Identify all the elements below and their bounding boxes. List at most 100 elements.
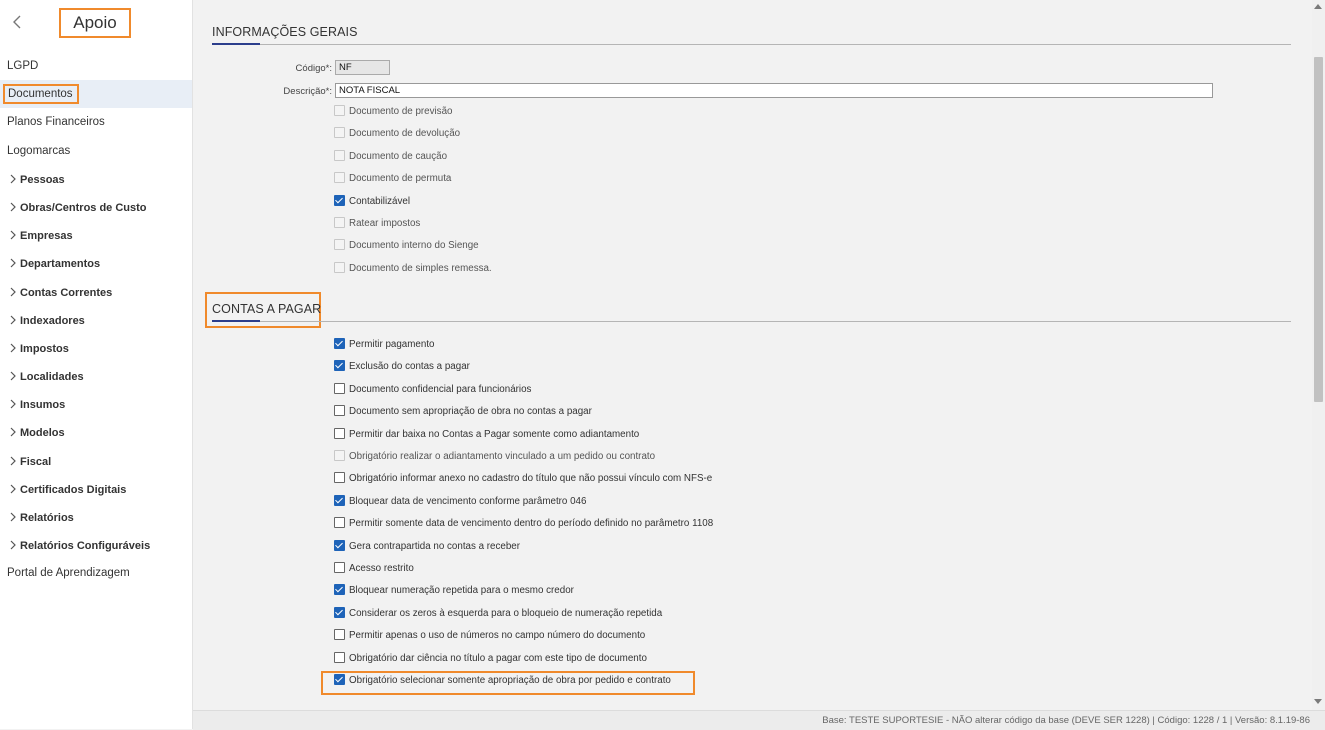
checkbox[interactable] bbox=[334, 427, 345, 439]
sidebar-item-label: Pessoas bbox=[20, 173, 65, 186]
checkbox-option[interactable]: Acesso restrito bbox=[334, 561, 414, 576]
chevron-right-icon bbox=[7, 306, 20, 334]
checkbox-option[interactable]: Documento de previsão bbox=[334, 104, 452, 119]
sidebar-item-label: Contas Correntes bbox=[20, 286, 113, 299]
sidebar-item[interactable]: Fiscal bbox=[0, 447, 192, 475]
checkbox bbox=[334, 261, 345, 273]
scroll-up-arrow-icon[interactable] bbox=[1314, 4, 1322, 9]
checkbox bbox=[334, 104, 345, 116]
checkbox[interactable] bbox=[334, 539, 345, 551]
checkbox[interactable] bbox=[334, 606, 345, 618]
checkbox bbox=[334, 449, 345, 461]
sidebar-item[interactable]: Relatórios Configuráveis bbox=[0, 531, 192, 559]
sidebar-item-label: LGPD bbox=[7, 60, 39, 72]
checkbox[interactable] bbox=[334, 494, 345, 506]
checkbox[interactable] bbox=[334, 360, 345, 372]
checkbox-option[interactable]: Permitir dar baixa no Contas a Pagar som… bbox=[334, 427, 639, 442]
sidebar-item[interactable]: Planos Financeiros bbox=[0, 108, 192, 136]
checkbox-option[interactable]: Documento de permuta bbox=[334, 172, 451, 186]
sidebar-item-label: Indexadores bbox=[20, 314, 85, 327]
checkbox-label: Documento de caução bbox=[349, 150, 448, 162]
checkbox-label: Gera contrapartida no contas a receber bbox=[349, 540, 521, 552]
sidebar-item-label: Localidades bbox=[20, 371, 84, 384]
sidebar-item[interactable]: Contas Correntes bbox=[0, 278, 192, 306]
sidebar-item[interactable]: Certificados Digitais bbox=[0, 475, 192, 503]
main-content: INFORMAÇÕES GERAIS Código*: NF Descrição… bbox=[193, 0, 1312, 710]
sidebar-item[interactable]: Departamentos bbox=[0, 249, 192, 277]
scroll-down-arrow-icon[interactable] bbox=[1314, 699, 1322, 704]
checkbox-option[interactable]: Permitir apenas o uso de números no camp… bbox=[334, 629, 645, 643]
back-chevron-icon[interactable] bbox=[12, 14, 28, 32]
checkbox-option[interactable]: Permitir pagamento bbox=[334, 337, 435, 352]
sidebar-item-label: Portal de Aprendizagem bbox=[7, 567, 130, 580]
sidebar: Apoio LGPD Documentos Planos Financeiros Lo… bbox=[0, 0, 193, 729]
sidebar-item[interactable]: Obras/Centros de Custo bbox=[0, 193, 192, 221]
scroll-thumb[interactable] bbox=[1314, 57, 1323, 402]
checkbox-option[interactable]: Documento interno do Sienge bbox=[334, 239, 479, 253]
sidebar-item-label: Logomarcas bbox=[7, 144, 71, 157]
checkbox[interactable] bbox=[334, 382, 345, 394]
checkbox-option[interactable]: Obrigatório informar anexo no cadastro d… bbox=[334, 472, 712, 486]
checkbox-label: Documento de simples remessa. bbox=[349, 262, 492, 274]
checkbox-option[interactable]: Gera contrapartida no contas a receber bbox=[334, 539, 521, 554]
chevron-right-icon bbox=[7, 249, 20, 277]
checkbox[interactable] bbox=[334, 651, 345, 663]
highlight-box bbox=[321, 671, 695, 695]
checkbox[interactable] bbox=[334, 405, 345, 417]
checkbox-label: Documento de permuta bbox=[349, 173, 452, 185]
chevron-right-icon bbox=[7, 447, 20, 475]
descricao-label: Descrição*: bbox=[283, 86, 332, 97]
checkbox[interactable] bbox=[334, 472, 345, 484]
checkbox-option[interactable]: Contabilizável bbox=[334, 194, 410, 209]
sidebar-title: Apoio bbox=[59, 8, 131, 38]
section-divider bbox=[212, 44, 1291, 45]
checkbox[interactable] bbox=[334, 584, 345, 596]
checkbox[interactable] bbox=[334, 194, 345, 206]
vertical-scrollbar[interactable] bbox=[1312, 0, 1325, 710]
checkbox-label: Considerar os zeros à esquerda para o bl… bbox=[349, 607, 663, 619]
descricao-field[interactable]: NOTA FISCAL bbox=[335, 83, 1213, 98]
sidebar-item[interactable]: Empresas bbox=[0, 221, 192, 249]
checkbox-option[interactable]: Documento sem apropriação de obra no con… bbox=[334, 405, 592, 419]
checkbox-label: Contabilizável bbox=[349, 195, 410, 207]
checkbox-option[interactable]: Documento de caução bbox=[334, 149, 448, 164]
checkbox-option[interactable]: Bloquear data de vencimento conforme par… bbox=[334, 494, 587, 509]
checkbox-label: Obrigatório dar ciência no título a paga… bbox=[349, 652, 647, 664]
checkbox[interactable] bbox=[334, 561, 345, 573]
checkbox-option[interactable]: Bloquear numeração repetida para o mesmo… bbox=[334, 584, 574, 598]
chevron-right-icon bbox=[7, 503, 20, 531]
checkbox[interactable] bbox=[334, 629, 345, 641]
codigo-field[interactable]: NF bbox=[335, 60, 390, 75]
sidebar-item[interactable]: Insumos bbox=[0, 390, 192, 418]
section-title-payables: CONTAS A PAGAR bbox=[212, 302, 322, 316]
sidebar-item[interactable]: Localidades bbox=[0, 362, 192, 390]
checkbox-option[interactable]: Documento confidencial para funcionários bbox=[334, 382, 531, 397]
checkbox-label: Exclusão do contas a pagar bbox=[349, 361, 470, 373]
checkbox-option[interactable]: Documento de simples remessa. bbox=[334, 261, 492, 276]
sidebar-item-label: Documentos bbox=[3, 84, 79, 105]
checkbox[interactable] bbox=[334, 517, 345, 529]
sidebar-item[interactable]: Pessoas bbox=[0, 165, 192, 193]
sidebar-item[interactable]: Modelos bbox=[0, 418, 192, 446]
checkbox-option[interactable]: Obrigatório realizar o adiantamento vinc… bbox=[334, 449, 655, 464]
checkbox-label: Bloquear data de vencimento conforme par… bbox=[349, 495, 587, 507]
sidebar-item[interactable]: Relatórios bbox=[0, 503, 192, 531]
checkbox-option[interactable]: Ratear impostos bbox=[334, 216, 420, 231]
sidebar-item[interactable]: Indexadores bbox=[0, 306, 192, 334]
checkbox-option[interactable]: Exclusão do contas a pagar bbox=[334, 360, 470, 374]
section-underline bbox=[212, 320, 260, 322]
sidebar-item[interactable]: Impostos bbox=[0, 334, 192, 362]
sidebar-item[interactable]: Portal de Aprendizagem bbox=[0, 559, 192, 587]
sidebar-item-label: Impostos bbox=[20, 342, 69, 355]
sidebar-item[interactable]: Logomarcas bbox=[0, 137, 192, 165]
checkbox bbox=[334, 239, 345, 251]
section-divider bbox=[212, 321, 1291, 322]
checkbox-option[interactable]: Documento de devolução bbox=[334, 127, 460, 141]
sidebar-item[interactable]: Documentos bbox=[0, 80, 192, 109]
checkbox-option[interactable]: Obrigatório dar ciência no título a paga… bbox=[334, 651, 647, 666]
checkbox-option[interactable]: Considerar os zeros à esquerda para o bl… bbox=[334, 606, 663, 621]
checkbox bbox=[334, 216, 345, 228]
checkbox-option[interactable]: Permitir somente data de vencimento dent… bbox=[334, 517, 713, 531]
sidebar-item[interactable]: LGPD bbox=[0, 52, 192, 80]
checkbox[interactable] bbox=[334, 337, 345, 349]
